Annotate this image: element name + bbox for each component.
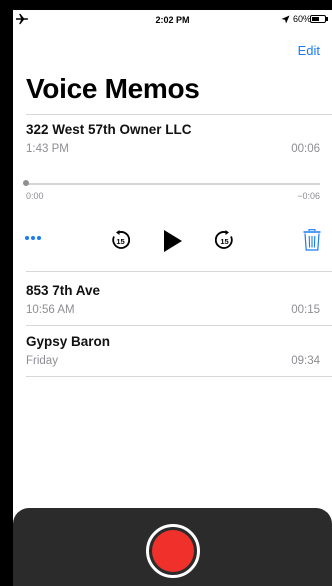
elapsed-time: 0:00 <box>26 191 44 201</box>
memo-date: Friday <box>26 355 58 367</box>
page-title: Voice Memos <box>26 73 200 104</box>
memo-duration: 00:06 <box>291 143 320 155</box>
record-icon <box>152 530 194 572</box>
trash-icon[interactable] <box>303 229 321 251</box>
svg-text:15: 15 <box>116 237 124 246</box>
divider <box>26 114 332 115</box>
battery-icon <box>310 15 326 23</box>
more-icon[interactable] <box>25 236 45 242</box>
svg-text:15: 15 <box>220 237 228 246</box>
skip-forward-15-icon[interactable]: 15 <box>215 230 235 250</box>
memo-date: 1:43 PM <box>26 143 69 155</box>
status-bar: 2:02 PM 60% <box>13 10 332 30</box>
memo-date: 10:56 AM <box>26 304 75 316</box>
memo-title[interactable]: 853 7th Ave <box>26 283 100 298</box>
divider <box>26 271 332 272</box>
divider <box>26 325 332 326</box>
edit-button[interactable]: Edit <box>298 43 320 58</box>
scrubber-handle[interactable] <box>23 180 29 186</box>
playback-scrubber[interactable] <box>26 183 320 185</box>
battery-level <box>312 17 319 21</box>
memo-duration: 00:15 <box>291 304 320 316</box>
battery-cap <box>326 17 328 21</box>
memo-duration: 09:34 <box>291 355 320 367</box>
divider <box>26 376 332 377</box>
skip-back-15-icon[interactable]: 15 <box>110 230 130 250</box>
location-icon <box>281 15 290 24</box>
memo-title[interactable]: 322 West 57th Owner LLC <box>26 122 192 137</box>
play-icon[interactable] <box>163 230 183 252</box>
remaining-time: −0:06 <box>297 191 320 201</box>
memo-title[interactable]: Gypsy Baron <box>26 334 110 349</box>
record-button[interactable] <box>146 524 200 578</box>
voice-memos-screen: 2:02 PM 60% Edit Voice Memos 322 West 57… <box>13 10 332 586</box>
battery-percent: 60% <box>293 14 312 24</box>
